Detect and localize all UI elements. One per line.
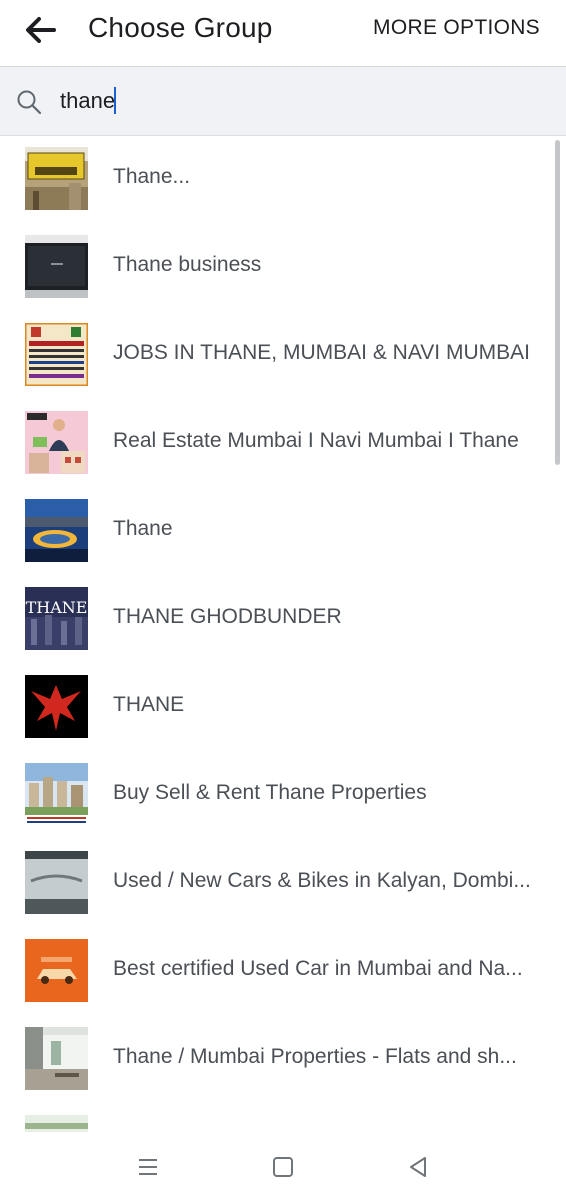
group-thumbnail <box>25 499 88 562</box>
system-nav-bar <box>0 1132 566 1200</box>
app-header: Choose Group MORE OPTIONS <box>0 0 566 67</box>
list-item[interactable]: Thane business <box>0 225 560 313</box>
arrow-left-icon <box>26 17 56 43</box>
group-thumbnail <box>25 147 88 210</box>
recents-button[interactable] <box>133 1152 163 1182</box>
group-thumbnail <box>25 411 88 474</box>
group-thumbnail <box>25 851 88 914</box>
group-thumbnail <box>25 1027 88 1090</box>
menu-icon <box>139 1159 157 1175</box>
text-caret <box>114 87 116 114</box>
more-options-button[interactable]: MORE OPTIONS <box>373 16 540 40</box>
system-back-button[interactable] <box>403 1152 433 1182</box>
group-name: Used / New Cars & Bikes in Kalyan, Dombi… <box>113 869 531 892</box>
group-thumbnail <box>25 323 88 386</box>
group-thumbnail <box>25 939 88 1002</box>
svg-text:THANE: THANE <box>26 598 88 617</box>
scrollbar[interactable] <box>555 140 560 465</box>
square-home-icon <box>273 1157 293 1177</box>
group-name: Buy Sell & Rent Thane Properties <box>113 781 427 804</box>
group-name: THANE GHODBUNDER <box>113 605 342 628</box>
group-name: JOBS IN THANE, MUMBAI & NAVI MUMBAI <box>113 341 530 364</box>
list-item[interactable]: Real Estate Mumbai I Navi Mumbai I Thane <box>0 401 560 489</box>
list-item[interactable]: JOBS IN THANE, MUMBAI & NAVI MUMBAI <box>0 313 560 401</box>
list-item[interactable]: Thane... <box>0 137 560 225</box>
triangle-back-icon <box>410 1157 426 1177</box>
group-name: Thane... <box>113 165 191 188</box>
search-bar <box>0 67 566 136</box>
group-thumbnail <box>25 675 88 738</box>
back-button[interactable] <box>24 10 68 50</box>
list-item[interactable]: Thane / Mumbai Properties - Flats and sh… <box>0 1017 560 1105</box>
group-thumbnail <box>25 763 88 826</box>
group-thumbnail <box>25 235 88 298</box>
list-item[interactable]: THANE THANE GHODBUNDER <box>0 577 560 665</box>
home-button[interactable] <box>268 1152 298 1182</box>
group-name: THANE <box>113 693 185 716</box>
list-item[interactable]: Used / New Cars & Bikes in Kalyan, Dombi… <box>0 841 560 929</box>
group-name: Thane <box>113 517 173 540</box>
list-item[interactable]: Thane <box>0 489 560 577</box>
list-item[interactable]: THANE <box>0 665 560 753</box>
group-name: Real Estate Mumbai I Navi Mumbai I Thane <box>113 429 519 452</box>
search-icon <box>17 90 42 115</box>
list-item[interactable] <box>0 1105 560 1132</box>
group-thumbnail: THANE <box>25 587 88 650</box>
group-name: Thane / Mumbai Properties - Flats and sh… <box>113 1045 517 1068</box>
page-title: Choose Group <box>88 12 273 43</box>
group-name: Best certified Used Car in Mumbai and Na… <box>113 957 523 980</box>
list-item[interactable]: Best certified Used Car in Mumbai and Na… <box>0 929 560 1017</box>
group-name: Thane business <box>113 253 262 276</box>
search-input[interactable] <box>60 84 520 118</box>
group-list: Thane... Thane business JOBS IN THANE, M… <box>0 137 566 1132</box>
group-thumbnail <box>25 1115 88 1132</box>
list-item[interactable]: Buy Sell & Rent Thane Properties <box>0 753 560 841</box>
